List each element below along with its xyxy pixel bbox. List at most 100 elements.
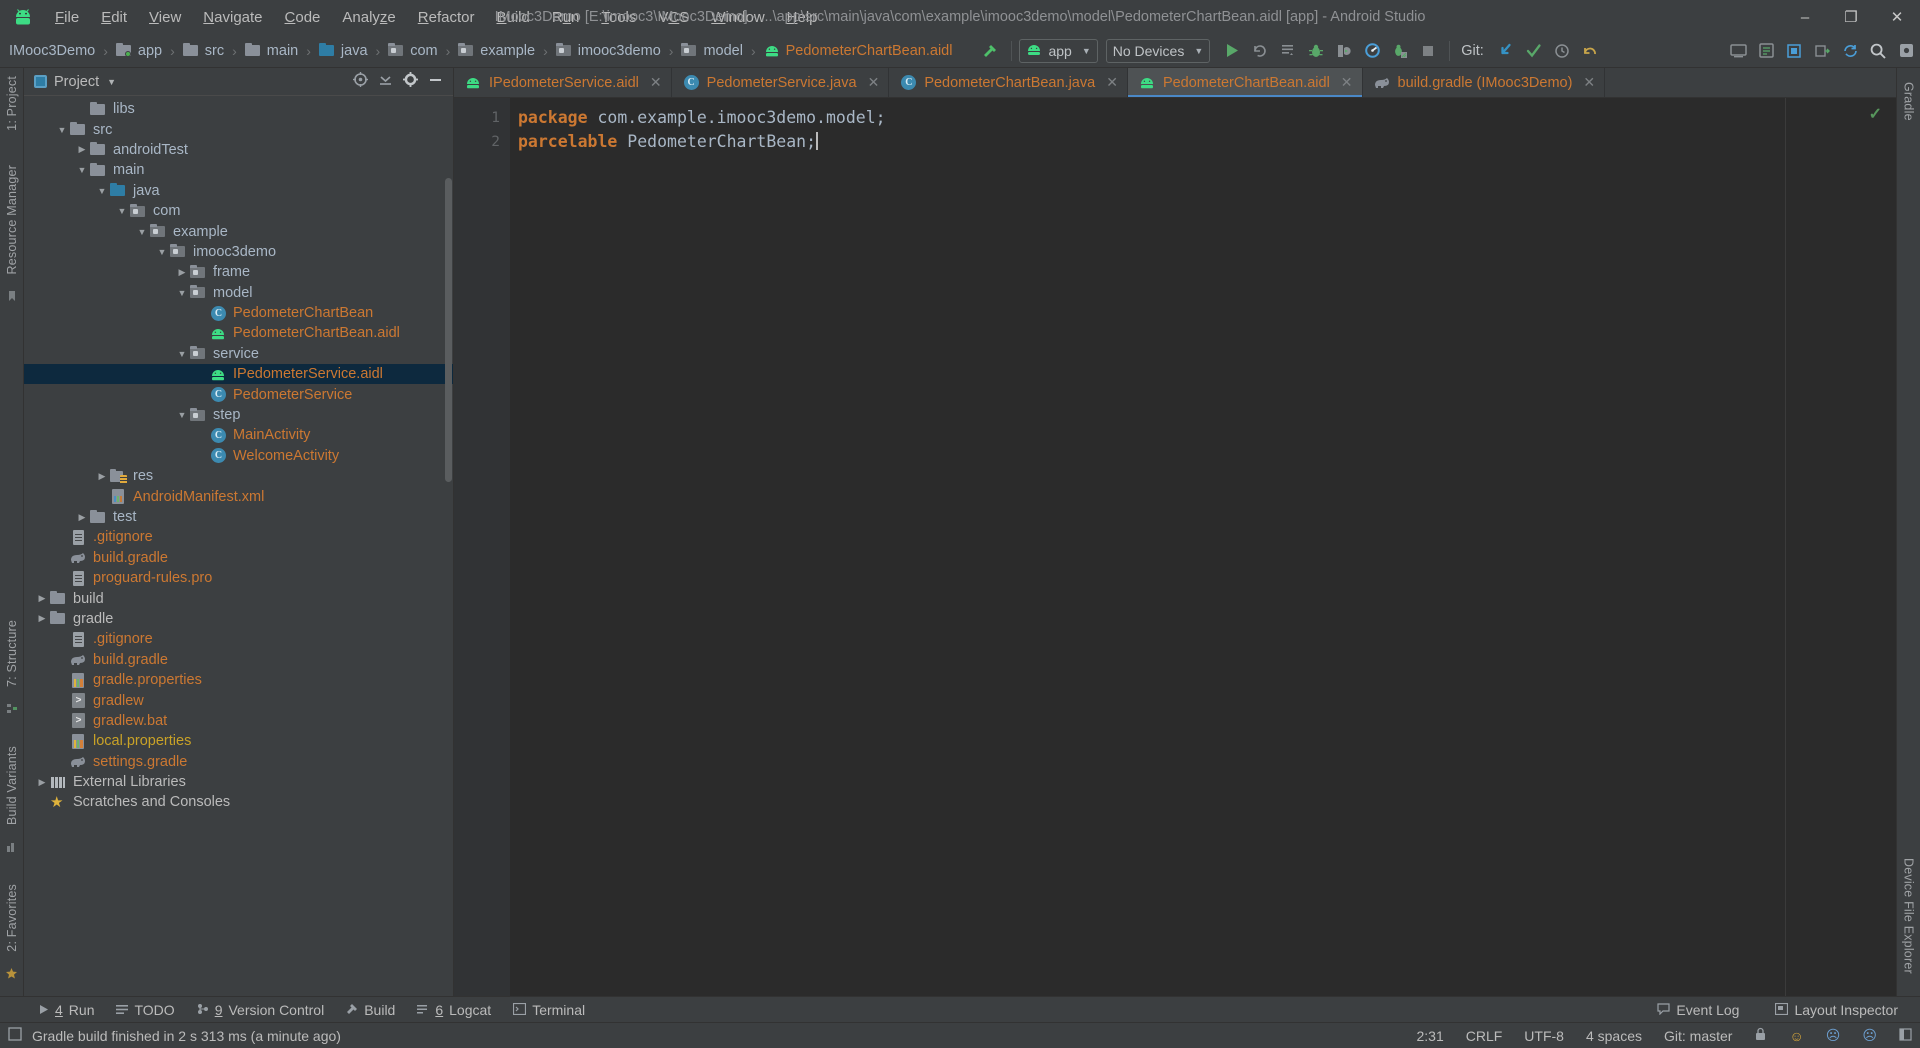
- lock-icon[interactable]: [1754, 1027, 1767, 1044]
- breadcrumb-item-example[interactable]: example: [456, 41, 537, 61]
- rail-tab-build-variants[interactable]: Build Variants: [2, 738, 22, 833]
- tree-expand-arrow-icon[interactable]: ▶: [34, 593, 50, 604]
- menu-help[interactable]: Help: [776, 6, 829, 29]
- tree-expand-arrow-icon[interactable]: ▶: [34, 777, 50, 788]
- breadcrumb-item-imooc3demo[interactable]: imooc3demo: [554, 41, 663, 61]
- tree-item[interactable]: PedometerService: [24, 384, 453, 404]
- tree-item[interactable]: .gitignore: [24, 629, 453, 649]
- close-icon[interactable]: ✕: [1341, 74, 1353, 91]
- breadcrumb-item-model[interactable]: model: [679, 41, 745, 61]
- search-everywhere-button[interactable]: [1864, 38, 1892, 64]
- menu-view[interactable]: View: [138, 6, 192, 29]
- sdk-manager-button[interactable]: [1752, 38, 1780, 64]
- tool-window-terminal[interactable]: Terminal: [503, 1000, 595, 1020]
- commit-button[interactable]: [1520, 38, 1548, 64]
- breadcrumb-item-java[interactable]: java: [317, 41, 370, 61]
- event-log-button[interactable]: Event Log: [1647, 1000, 1749, 1020]
- menu-run[interactable]: Run: [541, 6, 591, 29]
- indent-setting[interactable]: 4 spaces: [1586, 1028, 1642, 1044]
- collapse-all-icon[interactable]: [378, 73, 393, 91]
- menu-file[interactable]: File: [44, 6, 90, 29]
- caret-position[interactable]: 2:31: [1416, 1028, 1443, 1044]
- menu-build[interactable]: Build: [485, 6, 540, 29]
- code-text[interactable]: package com.example.imooc3demo.model; par…: [510, 98, 1786, 996]
- tree-item[interactable]: ▶ build: [24, 588, 453, 608]
- close-button[interactable]: ✕: [1874, 0, 1920, 34]
- tool-window-todo[interactable]: TODO: [106, 1000, 184, 1020]
- attach-debugger-button[interactable]: [1330, 38, 1358, 64]
- avd-manager-button[interactable]: [1724, 38, 1752, 64]
- tree-expand-arrow-icon[interactable]: ▼: [174, 410, 190, 420]
- menu-refactor[interactable]: Refactor: [407, 6, 486, 29]
- tree-item[interactable]: ▶ gradle: [24, 609, 453, 629]
- attach-debugger-to-process-button[interactable]: [1808, 38, 1836, 64]
- tree-item[interactable]: build.gradle: [24, 650, 453, 670]
- code-line[interactable]: package com.example.imooc3demo.model;: [518, 106, 1785, 130]
- debug-button[interactable]: [1302, 38, 1330, 64]
- tree-expand-arrow-icon[interactable]: ▼: [94, 186, 110, 196]
- tree-item[interactable]: ▶ androidTest: [24, 140, 453, 160]
- tool-window-run[interactable]: 4 Run: [28, 1000, 104, 1020]
- tree-expand-arrow-icon[interactable]: ▼: [174, 349, 190, 359]
- rail-tab-device-file-explorer[interactable]: Device File Explorer: [1899, 850, 1919, 982]
- tree-item[interactable]: build.gradle: [24, 548, 453, 568]
- tree-item[interactable]: ▶ frame: [24, 262, 453, 282]
- rail-tab-gradle[interactable]: Gradle: [1899, 74, 1919, 129]
- tree-expand-arrow-icon[interactable]: ▶: [74, 512, 90, 523]
- tree-item[interactable]: libs: [24, 99, 453, 119]
- tree-item[interactable]: ▶ test: [24, 507, 453, 527]
- tree-item[interactable]: proguard-rules.pro: [24, 568, 453, 588]
- tree-item[interactable]: ▼ java: [24, 181, 453, 201]
- close-icon[interactable]: ✕: [650, 74, 662, 91]
- code-line[interactable]: parcelable PedometerChartBean;: [518, 130, 1785, 154]
- tree-item[interactable]: ▼ com: [24, 201, 453, 221]
- editor-tab[interactable]: PedometerService.java ✕: [672, 68, 890, 97]
- tree-item[interactable]: PedometerChartBean: [24, 303, 453, 323]
- breadcrumb-item-file[interactable]: PedometerChartBean.aidl: [762, 41, 955, 61]
- tree-expand-arrow-icon[interactable]: ▼: [134, 227, 150, 237]
- menu-code[interactable]: Code: [274, 6, 332, 29]
- device-select[interactable]: No Devices ▼: [1105, 38, 1211, 63]
- tree-expand-arrow-icon[interactable]: ▼: [54, 125, 70, 135]
- menu-vcs[interactable]: VCS: [647, 6, 700, 29]
- tree-item[interactable]: WelcomeActivity: [24, 446, 453, 466]
- select-opened-file-icon[interactable]: [353, 72, 368, 91]
- tree-item[interactable]: ▶ External Libraries: [24, 772, 453, 792]
- tree-item[interactable]: gradlew.bat: [24, 711, 453, 731]
- tree-item[interactable]: ▼ src: [24, 119, 453, 139]
- tool-window-logcat[interactable]: 6 Logcat: [407, 1000, 501, 1020]
- rail-tab-favorites[interactable]: 2: Favorites: [2, 876, 22, 960]
- breadcrumb-item-app[interactable]: app: [114, 41, 164, 61]
- menu-analyze[interactable]: Analyze: [331, 6, 406, 29]
- tree-expand-arrow-icon[interactable]: ▼: [174, 288, 190, 298]
- tree-item[interactable]: AndroidManifest.xml: [24, 486, 453, 506]
- tree-item[interactable]: ▼ model: [24, 283, 453, 303]
- tree-expand-arrow-icon[interactable]: ▶: [34, 613, 50, 624]
- breadcrumb-item-main[interactable]: main: [243, 41, 300, 61]
- settings-button[interactable]: [1892, 38, 1920, 64]
- tree-item[interactable]: ▼ imooc3demo: [24, 242, 453, 262]
- tree-expand-arrow-icon[interactable]: ▼: [114, 206, 130, 216]
- feedback-sad-icon[interactable]: ☹: [1826, 1027, 1841, 1044]
- git-branch[interactable]: Git: master: [1664, 1028, 1732, 1044]
- tree-item[interactable]: MainActivity: [24, 425, 453, 445]
- file-encoding[interactable]: UTF-8: [1524, 1028, 1564, 1044]
- tree-expand-arrow-icon[interactable]: ▼: [74, 165, 90, 175]
- editor-tab[interactable]: build.gradle (IMooc3Demo) ✕: [1363, 68, 1606, 97]
- tool-window-build[interactable]: Build: [336, 1000, 405, 1020]
- tree-item[interactable]: settings.gradle: [24, 752, 453, 772]
- editor-tab[interactable]: IPedometerService.aidl ✕: [454, 68, 672, 97]
- hide-icon[interactable]: [1899, 1027, 1912, 1044]
- breadcrumb-item-com[interactable]: com: [386, 41, 439, 61]
- tree-item[interactable]: ▶ res: [24, 466, 453, 486]
- rail-tab-project[interactable]: 1: Project: [2, 68, 22, 139]
- layout-inspector-button[interactable]: Layout Inspector: [1765, 1000, 1908, 1020]
- breadcrumb-item-src[interactable]: src: [181, 41, 226, 61]
- minimize-button[interactable]: –: [1782, 0, 1828, 34]
- tree-item[interactable]: ▼ example: [24, 221, 453, 241]
- tree-expand-arrow-icon[interactable]: ▶: [74, 144, 90, 155]
- stop-button[interactable]: [1414, 38, 1442, 64]
- code-editor[interactable]: 12 package com.example.imooc3demo.model;…: [454, 98, 1896, 996]
- build-hammer-button[interactable]: [976, 38, 1004, 64]
- tree-expand-arrow-icon[interactable]: ▼: [154, 247, 170, 257]
